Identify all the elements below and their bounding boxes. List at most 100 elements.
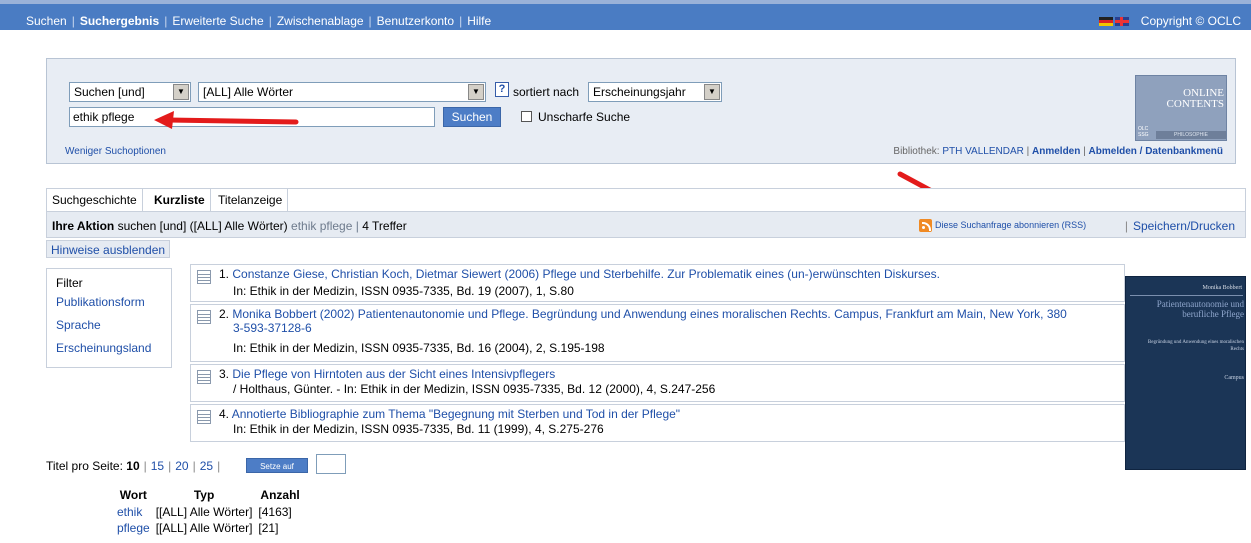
action-text: suchen [und] ([ALL] Alle Wörter) [117, 219, 288, 233]
nav-separator: | [459, 14, 463, 28]
uk-flag-icon[interactable] [1114, 17, 1129, 27]
separator: | [1124, 219, 1128, 233]
chevron-down-icon[interactable]: ▼ [468, 84, 484, 100]
page-size-selector: Titel pro Seite: 10 | 15 | 20 | 25 | [46, 459, 224, 473]
result-title[interactable]: Annotierte Bibliographie zum Thema "Bege… [232, 407, 680, 421]
sort-select-value: Erscheinungsjahr [593, 85, 686, 99]
book-cover-image[interactable]: Monika Bobbert Patientenautonomie und be… [1125, 276, 1246, 470]
nav-benutzerkonto[interactable]: Benutzerkonto [377, 14, 454, 28]
nav-separator: | [268, 14, 272, 28]
page-size-25[interactable]: 25 [200, 459, 213, 473]
type-cell: [[ALL] Alle Wörter] [155, 521, 253, 535]
sort-select[interactable]: Erscheinungsjahr ▼ [588, 82, 722, 102]
field-select[interactable]: [ALL] Alle Wörter ▼ [198, 82, 486, 102]
word-link[interactable]: pflege [117, 521, 150, 535]
page-size-label: Titel pro Seite: [46, 459, 123, 473]
result-title-link[interactable]: 2. Monika Bobbert (2002) Patientenautono… [219, 307, 1122, 321]
separator: | [143, 459, 147, 473]
nav-suchen[interactable]: Suchen [26, 14, 67, 28]
word-link[interactable]: ethik [117, 505, 142, 519]
filter-erscheinungsland[interactable]: Erscheinungsland [56, 341, 151, 355]
count-cell: [21] [258, 521, 279, 535]
fewer-options-link[interactable]: Weniger Suchoptionen [65, 146, 166, 157]
save-print-link[interactable]: Speichern/Drucken [1133, 219, 1235, 233]
filter-sprache[interactable]: Sprache [56, 318, 101, 332]
tab-kurzliste[interactable]: Kurzliste [149, 189, 211, 211]
result-title-link[interactable]: 1. Constanze Giese, Christian Koch, Diet… [219, 267, 940, 281]
result-item: 2. Monika Bobbert (2002) Patientenautono… [190, 304, 1125, 362]
document-icon[interactable] [197, 370, 211, 384]
chevron-down-icon[interactable]: ▼ [173, 84, 189, 100]
page-size-current: 10 [126, 459, 140, 473]
separator: | [355, 219, 359, 233]
fuzzy-search-checkbox[interactable] [521, 111, 532, 122]
result-title[interactable]: Constanze Giese, Christian Koch, Dietmar… [232, 267, 940, 281]
column-header-wort: Wort [119, 488, 147, 502]
logo-line-2: CONTENTS [1166, 98, 1224, 110]
nav-zwischenablage[interactable]: Zwischenablage [277, 14, 364, 28]
top-right: Copyright © OCLC [1098, 14, 1241, 28]
rss-icon[interactable] [919, 219, 932, 232]
nav-separator: | [71, 14, 75, 28]
help-icon[interactable]: ? [495, 82, 509, 97]
tab-titelanzeige[interactable]: Titelanzeige [213, 189, 289, 211]
tab-suchgeschichte[interactable]: Suchgeschichte [47, 189, 143, 211]
set-page-size-button[interactable]: Setze auf [246, 458, 308, 473]
library-name-link[interactable]: PTH VALLENDAR [942, 146, 1024, 157]
action-bar: Ihre Aktion suchen [und] ([ALL] Alle Wör… [46, 212, 1246, 238]
rss-link-label[interactable]: Diese Suchanfrage abonnieren (RSS) [935, 220, 1086, 230]
book-title: Patientenautonomie und berufliche Pflege [1156, 299, 1244, 319]
page-size-input[interactable] [316, 454, 346, 474]
result-number: 2. [219, 307, 230, 321]
table-header-row: Wort Typ Anzahl [114, 488, 305, 504]
result-title-continuation[interactable]: 3-593-37128-6 [233, 321, 312, 335]
search-button[interactable]: Suchen [443, 107, 501, 127]
logout-link[interactable]: Abmelden / Datenbankmenü [1089, 146, 1223, 157]
result-number: 4. [219, 407, 230, 421]
page-size-20[interactable]: 20 [175, 459, 188, 473]
document-icon[interactable] [197, 270, 211, 284]
table-row: pflege [[ALL] Alle Wörter] [21] [114, 520, 305, 536]
book-divider [1130, 295, 1243, 296]
result-title-link[interactable]: 3. Die Pflege von Hirntoten aus der Sich… [219, 367, 555, 381]
copyright: Copyright © OCLC [1140, 14, 1241, 28]
book-subtitle: Begründung und Anwendung eines moralisch… [1147, 340, 1244, 352]
result-number: 3. [219, 367, 230, 381]
operator-select[interactable]: Suchen [und] ▼ [69, 82, 191, 102]
document-icon[interactable] [197, 310, 211, 324]
nav-hilfe[interactable]: Hilfe [467, 14, 491, 28]
field-select-value: [ALL] Alle Wörter [203, 85, 294, 99]
hit-count: 4 Treffer [362, 219, 407, 233]
nav-suchergebnis[interactable]: Suchergebnis [80, 14, 159, 28]
chevron-down-icon[interactable]: ▼ [704, 84, 720, 100]
page-size-15[interactable]: 15 [151, 459, 164, 473]
result-item: 3. Die Pflege von Hirntoten aus der Sich… [190, 364, 1125, 402]
word-cell: pflege [114, 520, 153, 536]
action-label: Ihre Aktion [52, 219, 115, 233]
document-icon[interactable] [197, 410, 211, 424]
hide-hints-link[interactable]: Hinweise ausblenden [46, 240, 171, 258]
nav-separator: | [368, 14, 372, 28]
result-title[interactable]: Die Pflege von Hirntoten aus der Sicht e… [232, 367, 555, 381]
annotation-arrow-left [154, 111, 299, 129]
result-item: 4. Annotierte Bibliographie zum Thema "B… [190, 404, 1125, 442]
result-title-link[interactable]: 4. Annotierte Bibliographie zum Thema "B… [219, 407, 680, 421]
logo-subject: PHILOSOPHIE [1156, 131, 1226, 139]
separator: | [168, 459, 172, 473]
type-cell: [[ALL] Alle Wörter] [155, 505, 253, 519]
german-flag-icon[interactable] [1098, 17, 1113, 27]
save-print-area: | Speichern/Drucken [1120, 219, 1235, 233]
result-title[interactable]: Monika Bobbert (2002) Patientenautonomie… [232, 307, 1067, 321]
filter-publikationsform[interactable]: Publikationsform [56, 295, 145, 309]
table-row: ethik [[ALL] Alle Wörter] [4163] [114, 504, 305, 520]
sort-label: sortiert nach [513, 85, 580, 99]
logo-small-2: SSG [1138, 132, 1149, 138]
separator: | [217, 459, 221, 473]
column-header-typ: Typ [193, 488, 215, 502]
separator: | [1026, 146, 1030, 157]
login-link[interactable]: Anmelden [1032, 146, 1080, 157]
nav-erweiterte-suche[interactable]: Erweiterte Suche [172, 14, 263, 28]
rss-subscribe-link[interactable]: Diese Suchanfrage abonnieren (RSS) [919, 219, 1086, 232]
word-stats-table: Wort Typ Anzahl ethik [[ALL] Alle Wörter… [114, 488, 305, 536]
online-contents-logo: ONLINE CONTENTS OLC SSG PHILOSOPHIE [1135, 75, 1227, 141]
